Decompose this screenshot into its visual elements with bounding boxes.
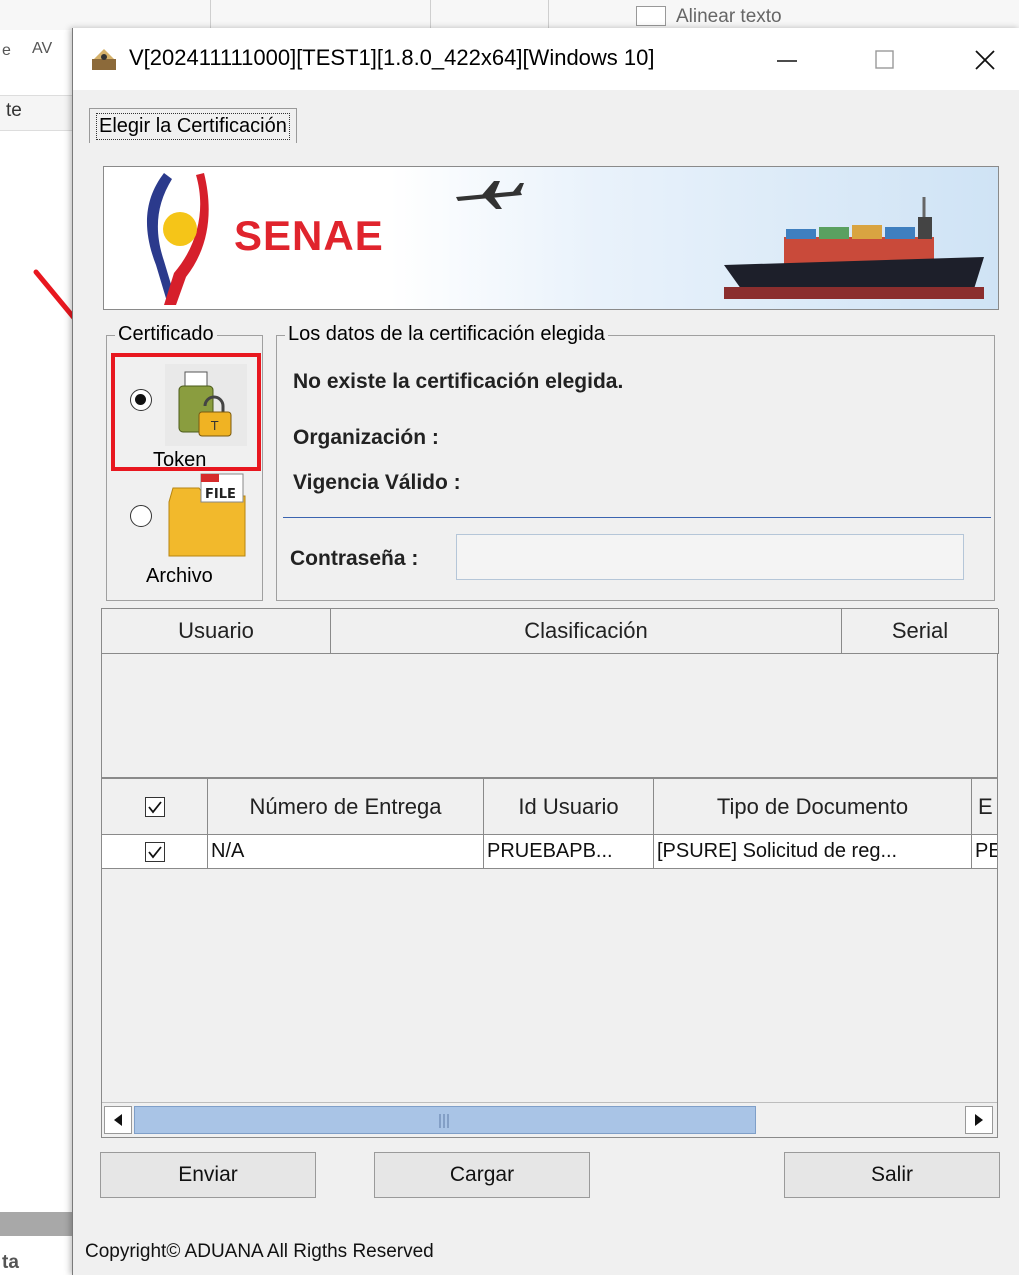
senae-logo-icon (146, 173, 209, 305)
airplane-icon (456, 181, 524, 209)
cell-numero-entrega: N/A (208, 835, 484, 868)
certificacion-status: No existe la certificación elegida. (293, 370, 624, 393)
file-folder-icon: FILE (168, 473, 246, 557)
maximize-icon (875, 50, 894, 69)
checkmark-icon (147, 800, 162, 813)
arrow-left-icon (114, 1114, 122, 1126)
column-header-tipo-documento[interactable]: Tipo de Documento (654, 779, 972, 835)
column-header-serial[interactable]: Serial (842, 609, 999, 654)
close-icon (975, 50, 995, 70)
background-left-pane (0, 30, 78, 1275)
scroll-left-button[interactable] (104, 1106, 132, 1134)
cargar-button[interactable]: Cargar (374, 1152, 590, 1198)
window-title: V[202411111000][TEST1][1.8.0_422x64][Win… (129, 45, 655, 70)
archivo-radio[interactable] (130, 505, 152, 527)
arrow-right-icon (975, 1114, 983, 1126)
enviar-button[interactable]: Enviar (100, 1152, 316, 1198)
horizontal-scrollbar[interactable] (102, 1102, 997, 1137)
background-scrollbar (0, 1212, 78, 1236)
app-icon (92, 49, 116, 70)
background-left-text: te (6, 100, 22, 121)
ribbon-separator (548, 0, 549, 30)
row-checkbox[interactable] (144, 841, 165, 862)
certificado-legend: Certificado (115, 323, 217, 346)
title-bar[interactable]: V[202411111000][TEST1][1.8.0_422x64][Win… (73, 28, 1019, 90)
minimize-icon (777, 60, 797, 62)
archivo-label: Archivo (146, 565, 213, 587)
minimize-button[interactable] (765, 40, 809, 80)
align-text-icon (636, 6, 666, 26)
column-header-usuario[interactable]: Usuario (102, 609, 331, 654)
password-label: Contraseña : (290, 547, 419, 570)
row-checkbox-cell (102, 835, 208, 868)
cell-id-usuario: PRUEBAPB... (484, 835, 654, 868)
background-text-fragment: AV (32, 40, 53, 57)
grip-icon (439, 1114, 449, 1128)
ribbon-separator (210, 0, 211, 30)
vigencia-label: Vigencia Válido : (293, 471, 461, 494)
select-all-header[interactable] (102, 779, 208, 835)
token-highlight-box (111, 353, 261, 471)
background-text-fragment: ta (2, 1252, 19, 1273)
senae-logo-text: SENAE (234, 212, 384, 259)
align-text-button[interactable]: Alinear texto (676, 6, 782, 28)
cell-truncated: PE (975, 840, 997, 862)
cargo-ship-icon (724, 197, 984, 299)
salir-button[interactable]: Salir (784, 1152, 1000, 1198)
copyright-text: Copyright© ADUANA All Rigths Reserved (85, 1241, 434, 1262)
background-ribbon: Alinear texto (0, 0, 1019, 31)
table-row[interactable]: N/A PRUEBAPB... [PSURE] Solicitud de reg… (102, 835, 997, 869)
data-divider (283, 517, 991, 518)
select-all-checkbox[interactable] (144, 796, 165, 817)
close-button[interactable] (963, 40, 1007, 80)
cell-tipo-documento: [PSURE] Solicitud de reg... (654, 835, 972, 868)
password-input[interactable] (456, 534, 964, 580)
scroll-thumb[interactable] (134, 1106, 756, 1134)
certificate-dialog: V[202411111000][TEST1][1.8.0_422x64][Win… (72, 28, 1019, 1275)
tab-label: Elegir la Certificación (96, 112, 290, 140)
background-text-fragment: e (2, 42, 11, 59)
column-header-clasificacion[interactable]: Clasificación (331, 609, 842, 654)
svg-text:FILE: FILE (205, 487, 236, 502)
scroll-right-button[interactable] (965, 1106, 993, 1134)
delivery-table: Número de Entrega Id Usuario Tipo de Doc… (101, 778, 998, 1138)
senae-banner: SENAE (103, 166, 999, 310)
column-header-id-usuario[interactable]: Id Usuario (484, 779, 654, 835)
column-header-truncated[interactable]: E (972, 779, 997, 835)
ribbon-separator (430, 0, 431, 30)
checkmark-icon (147, 845, 162, 858)
organizacion-label: Organización : (293, 426, 439, 449)
column-header-numero-entrega[interactable]: Número de Entrega (208, 779, 484, 835)
certificacion-data-legend: Los datos de la certificación elegida (285, 323, 608, 346)
tab-elegir-certificacion[interactable]: Elegir la Certificación (89, 108, 297, 143)
maximize-button[interactable] (863, 40, 907, 80)
certificate-table: Usuario Clasificación Serial (101, 608, 999, 778)
